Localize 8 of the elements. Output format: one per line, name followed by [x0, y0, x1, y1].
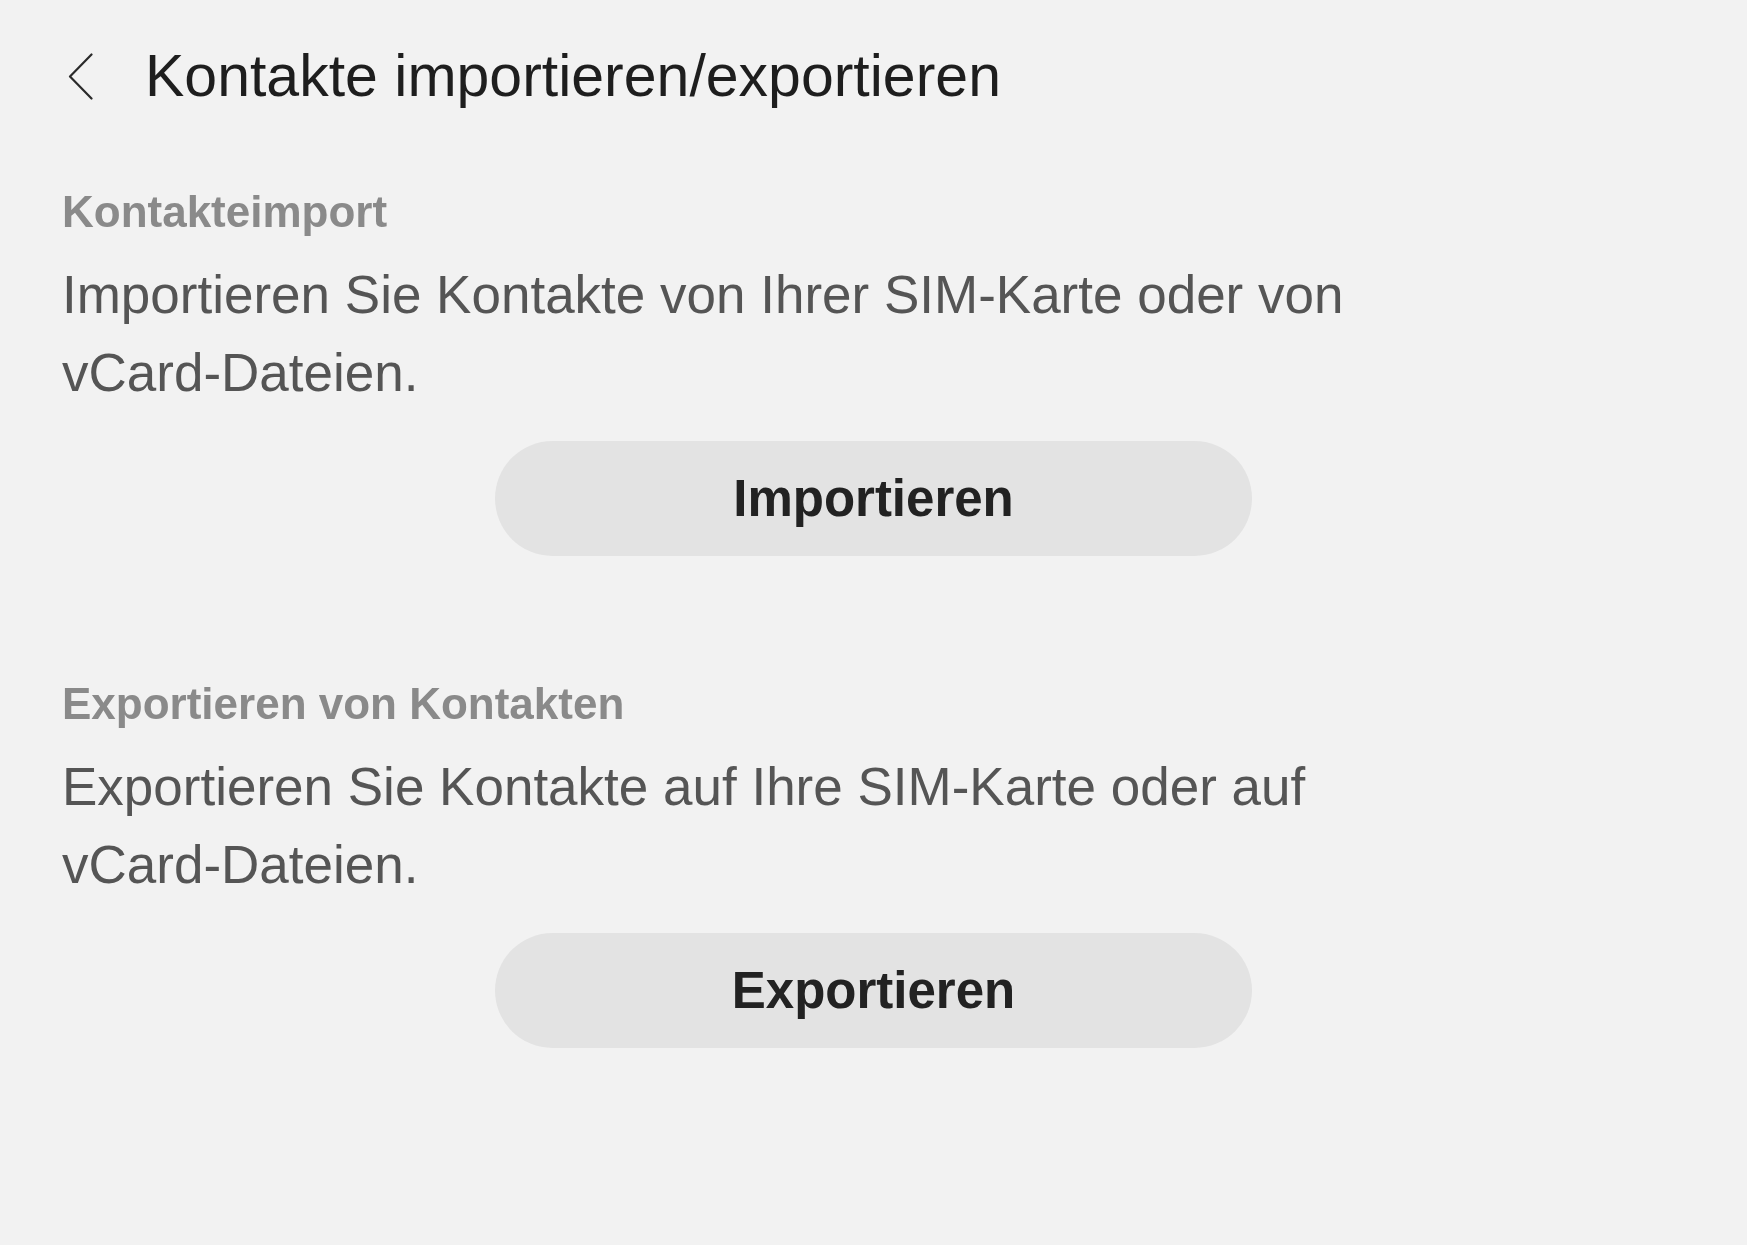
action-button[interactable]: Importieren — [495, 441, 1252, 556]
section-heading: Exportieren von Kontakten — [62, 678, 625, 730]
section-description: Exportieren Sie Kontakte auf Ihre SIM-Karte oder auf vCard-Dateien. — [62, 756, 1307, 896]
section-heading: Kontakteimport — [62, 186, 388, 238]
back-icon[interactable] — [68, 52, 93, 100]
action-button[interactable]: Exportieren — [495, 933, 1252, 1048]
section-description: Importieren Sie Kontakte von Ihrer SIM-Karte oder von vCard-Dateien. — [62, 264, 1345, 404]
page-title: Kontakte importieren/exportieren — [145, 42, 1001, 110]
